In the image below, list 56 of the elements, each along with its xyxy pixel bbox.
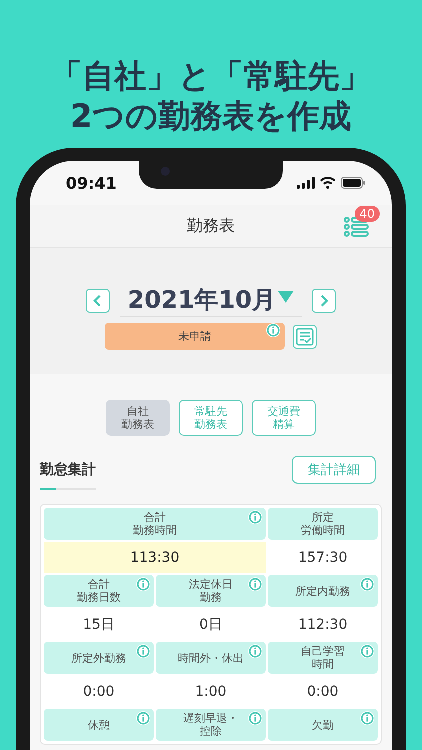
application-status: 未申請: [105, 323, 285, 350]
tab-label[interactable]: 常駐先: [194, 405, 228, 418]
header-label: 時間外・休出: [178, 652, 244, 664]
header-label: 合計: [88, 578, 110, 591]
info-icon[interactable]: [248, 577, 263, 592]
next-month-button[interactable]: [312, 288, 336, 312]
header-label: 所定: [312, 511, 334, 524]
info-icon[interactable]: [248, 644, 263, 659]
tab[interactable]: 常駐先 勤務表: [179, 400, 243, 436]
chevron-right-icon: [319, 294, 330, 306]
header-label: 労働時間: [301, 524, 345, 537]
info-icon[interactable]: [266, 323, 281, 338]
status-time: 09:41: [66, 174, 117, 192]
header-label: 法定休日: [189, 578, 233, 591]
tab-label[interactable]: 自社: [127, 405, 149, 418]
header-label: 合計: [144, 511, 166, 524]
month-label[interactable]: 2021年10月: [128, 284, 276, 316]
info-icon[interactable]: [136, 577, 151, 592]
battery-icon: [341, 177, 366, 189]
header-label: 欠勤: [312, 718, 334, 732]
signal-icon: [297, 177, 315, 189]
header-label: 休憩: [88, 718, 110, 732]
dropdown-triangle-icon[interactable]: [278, 291, 294, 303]
header-label: 勤務時間: [133, 524, 177, 537]
info-icon[interactable]: [136, 644, 151, 659]
header-label: 所定内勤務: [296, 584, 350, 598]
tab-label[interactable]: 精算: [273, 418, 295, 431]
headline: 「自社」と「常駐先」: [50, 56, 372, 96]
tab-label[interactable]: 交通費: [268, 405, 300, 418]
previous-month-button[interactable]: [86, 288, 110, 312]
count-badge: 40: [354, 206, 380, 222]
header-label: 控除: [200, 725, 222, 738]
document-check-button[interactable]: [293, 324, 317, 348]
header-label: 時間: [312, 658, 334, 671]
info-icon[interactable]: [360, 577, 375, 592]
info-icon[interactable]: [248, 711, 263, 726]
tab-label[interactable]: 勤務表: [122, 418, 154, 431]
header-label: 勤務: [200, 591, 222, 604]
header-label: 所定外勤務: [72, 652, 126, 664]
info-icon[interactable]: [360, 711, 375, 726]
screen-title: 勤務表: [187, 216, 235, 236]
header-label: 遅刻早退・: [184, 712, 238, 725]
value-cell: 113:30: [44, 542, 266, 573]
info-icon[interactable]: [136, 711, 151, 726]
info-icon[interactable]: [248, 510, 263, 525]
wifi-icon: [320, 177, 336, 189]
headline: 2つの勤務表を作成: [69, 96, 353, 136]
tab-label[interactable]: 勤務表: [194, 418, 228, 431]
detail-button[interactable]: 集計詳細: [292, 456, 376, 484]
chevron-left-icon: [92, 294, 103, 306]
info-icon[interactable]: [360, 644, 375, 659]
header-label: 自己学習: [301, 645, 345, 658]
header-label: 勤務日数: [77, 591, 121, 604]
section-title: 勤怠集計: [40, 461, 96, 479]
tab[interactable]: 自社 勤務表: [106, 400, 170, 436]
tab[interactable]: 交通費 精算: [252, 400, 316, 436]
